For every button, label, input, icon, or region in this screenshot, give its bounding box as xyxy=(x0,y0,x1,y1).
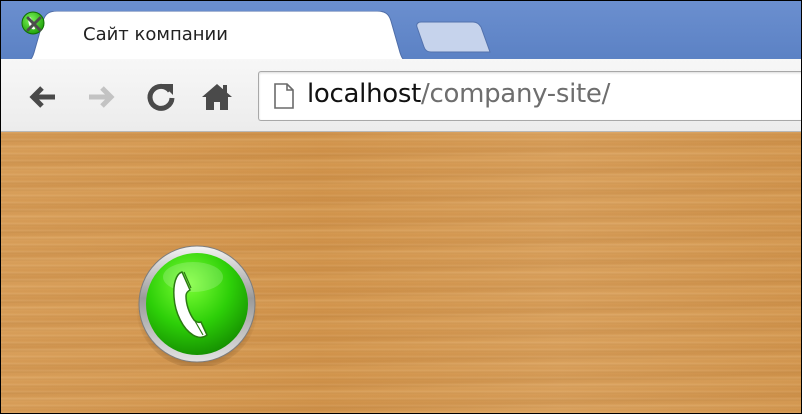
page-content xyxy=(1,132,801,413)
button-gloss xyxy=(163,262,223,292)
tab-active[interactable]: Сайт компании xyxy=(21,11,413,63)
tab-strip: Сайт компании xyxy=(1,1,801,63)
reload-icon[interactable] xyxy=(143,79,179,115)
tab-close-icon[interactable] xyxy=(21,11,47,37)
page-icon xyxy=(274,83,294,109)
url-host: localhost xyxy=(307,79,422,109)
call-button[interactable] xyxy=(135,242,259,366)
address-url[interactable]: localhost/company-site/ xyxy=(307,79,610,109)
new-tab-icon[interactable] xyxy=(415,21,491,53)
home-icon[interactable] xyxy=(199,79,235,115)
back-arrow-icon[interactable] xyxy=(25,79,61,115)
browser-window: Сайт компании localhost/company-site/ xyxy=(0,0,802,414)
tab-title: Сайт компании xyxy=(83,24,228,45)
forward-arrow-icon[interactable] xyxy=(83,79,119,115)
url-path: /company-site/ xyxy=(421,79,611,109)
address-bar[interactable]: localhost/company-site/ xyxy=(258,71,801,121)
browser-toolbar: localhost/company-site/ xyxy=(1,59,801,132)
